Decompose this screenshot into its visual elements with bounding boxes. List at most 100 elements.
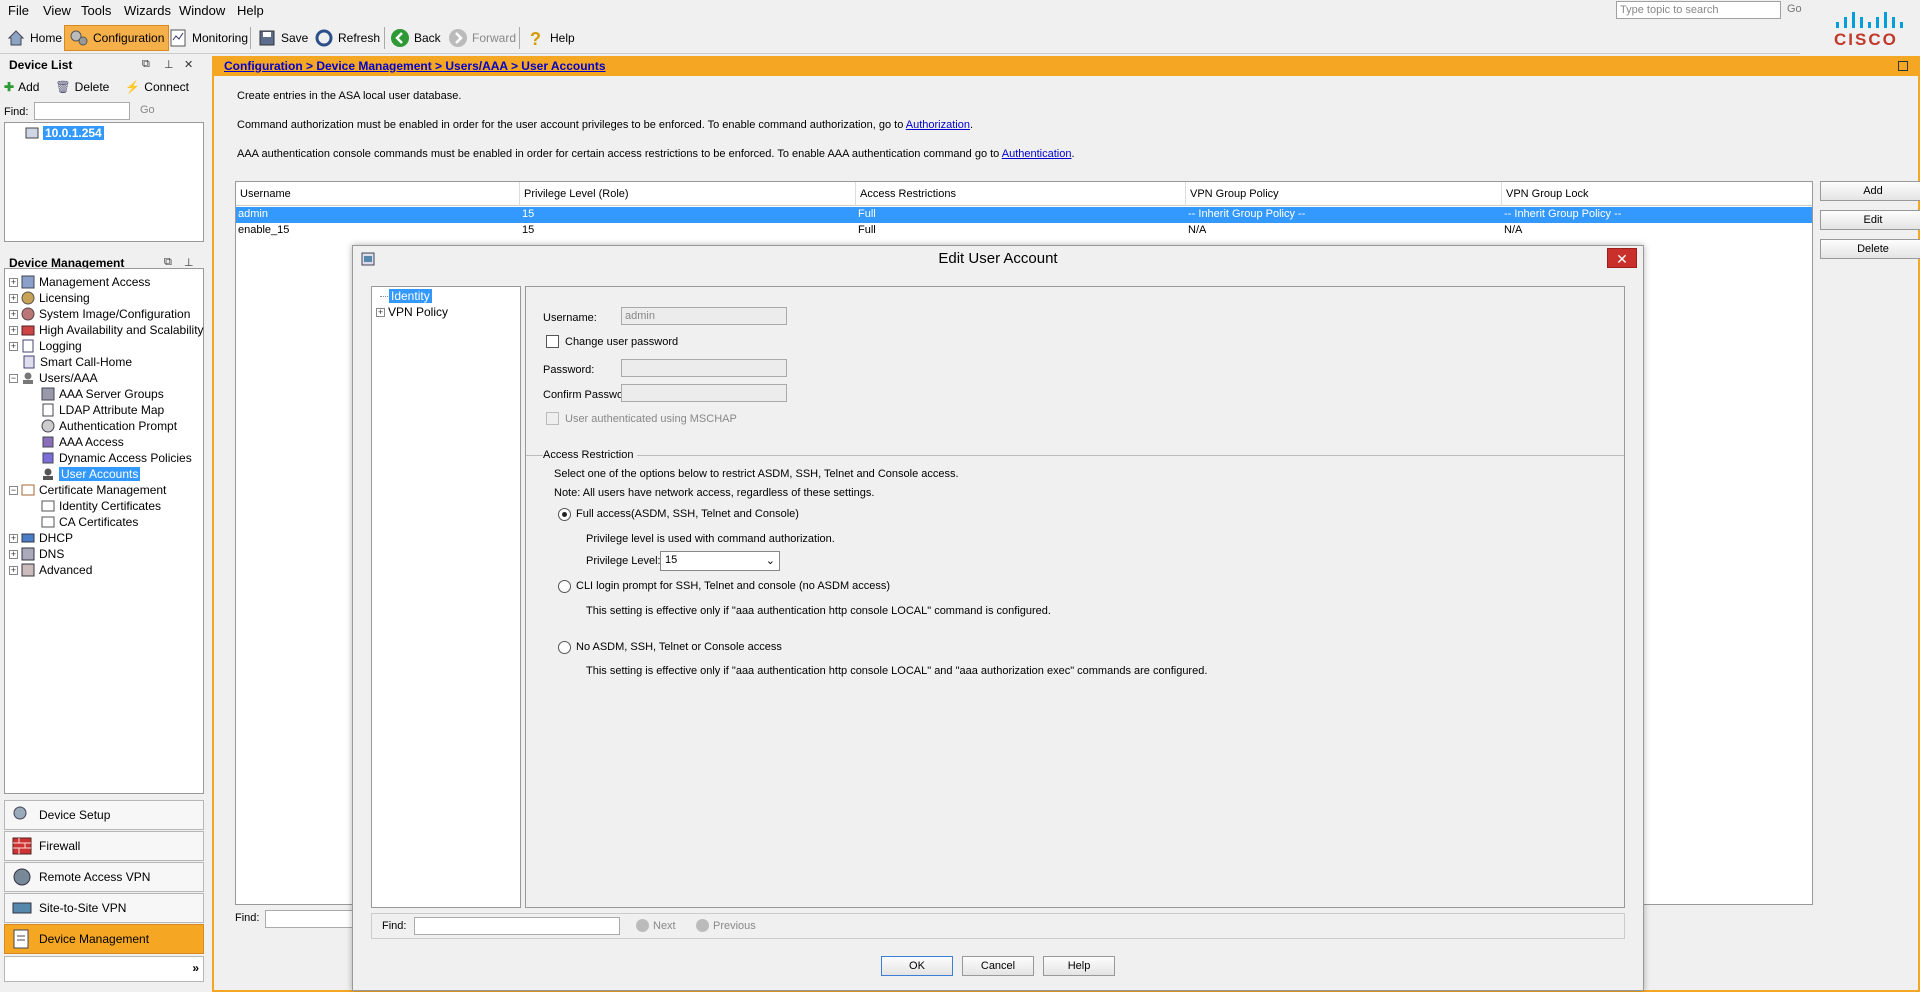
cli-login-radio[interactable]	[558, 580, 571, 593]
save-button[interactable]: Save	[253, 25, 312, 51]
dialog-nav-tree: Identity + VPN Policy	[371, 286, 521, 908]
tree-item-high-availability[interactable]: + High Availability and Scalability	[9, 323, 204, 337]
topic-search-input[interactable]: Type topic to search	[1616, 1, 1781, 19]
refresh-button[interactable]: Refresh	[310, 25, 384, 51]
device-node[interactable]: 10.0.1.254	[43, 126, 104, 140]
menu-view[interactable]: View	[43, 3, 71, 18]
tree-item-ldap-attribute-map[interactable]: LDAP Attribute Map	[41, 403, 164, 417]
tree-item-users-aaa[interactable]: − Users/AAA	[9, 371, 98, 385]
dynamic-access-policies-icon	[42, 452, 54, 464]
mschap-checkbox[interactable]	[546, 412, 559, 425]
access-restriction-divider	[526, 455, 1624, 456]
no-access-radio[interactable]	[558, 641, 571, 654]
cancel-button[interactable]: Cancel	[962, 956, 1034, 976]
tree-item-dynamic-access-policies[interactable]: Dynamic Access Policies	[41, 451, 192, 465]
menu-help[interactable]: Help	[237, 3, 264, 18]
edit-user-button[interactable]: Edit	[1820, 210, 1920, 230]
column-header-vpn-group-lock[interactable]: VPN Group Lock	[1502, 182, 1812, 206]
privilege-level-select[interactable]: 15 ⌄	[660, 551, 780, 571]
tree-item-ca-certificates[interactable]: CA Certificates	[41, 515, 138, 529]
device-find-go-button[interactable]: Go	[140, 104, 155, 116]
float-icon[interactable]: ⧉	[142, 58, 150, 71]
change-password-checkbox[interactable]	[546, 335, 559, 348]
full-access-radio[interactable]	[558, 508, 571, 521]
tree-item-management-access[interactable]: + Management Access	[9, 275, 150, 289]
tree-item-advanced[interactable]: + Advanced	[9, 563, 92, 577]
dialog-find-input[interactable]	[414, 917, 620, 935]
tree-item-smart-call-home[interactable]: Smart Call-Home	[22, 355, 132, 369]
tree-item-identity-certificates[interactable]: Identity Certificates	[41, 499, 161, 513]
device-delete-button[interactable]: 🗑 Delete	[55, 78, 109, 96]
column-header-username[interactable]: Username	[236, 182, 520, 206]
menu-wizards[interactable]: Wizards	[124, 3, 171, 18]
tree-item-licensing[interactable]: + Licensing	[9, 291, 90, 305]
maximize-icon[interactable]	[1898, 61, 1908, 71]
tree-item-user-accounts[interactable]: User Accounts	[41, 467, 141, 481]
column-header-vpn-group-policy[interactable]: VPN Group Policy	[1186, 182, 1502, 206]
tree-item-authentication-prompt[interactable]: Authentication Prompt	[41, 419, 177, 433]
nav-identity[interactable]: Identity	[380, 289, 432, 303]
table-find-input[interactable]	[265, 910, 355, 928]
username-field[interactable]: admin	[621, 307, 787, 325]
nav-device-management[interactable]: Device Management	[4, 924, 204, 954]
tree-item-dhcp[interactable]: + DHCP	[9, 531, 73, 545]
device-find-input[interactable]	[34, 102, 130, 120]
password-field[interactable]	[621, 359, 787, 377]
nav-firewall[interactable]: Firewall	[4, 831, 204, 861]
monitoring-button[interactable]: Monitoring	[164, 25, 252, 51]
table-row[interactable]: enable_15 15 Full N/A N/A	[236, 223, 1812, 239]
column-header-access-restrictions[interactable]: Access Restrictions	[856, 182, 1186, 206]
back-button[interactable]: Back	[386, 25, 445, 51]
table-row[interactable]: admin 15 Full -- Inherit Group Policy --…	[236, 207, 1812, 223]
tree-item-certificate-management[interactable]: − Certificate Management	[9, 483, 166, 497]
firewall-icon	[12, 837, 32, 855]
delete-user-button[interactable]: Delete	[1820, 239, 1920, 259]
ok-button[interactable]: OK	[881, 956, 953, 976]
device-management-icon	[13, 929, 29, 949]
close-icon[interactable]: ✕	[184, 58, 193, 71]
topic-search-go-button[interactable]: Go	[1787, 3, 1802, 15]
column-header-privilege-level[interactable]: Privilege Level (Role)	[520, 182, 856, 206]
smart-call-home-icon	[23, 355, 35, 369]
password-label: Password:	[543, 364, 595, 376]
dialog-find-label: Find:	[382, 920, 407, 932]
dialog-close-button[interactable]: ✕	[1607, 248, 1637, 268]
nav-vpn-policy[interactable]: + VPN Policy	[376, 305, 448, 319]
authentication-link[interactable]: Authentication	[1002, 148, 1072, 160]
aaa-access-icon	[42, 436, 54, 448]
find-previous-button[interactable]: Previous	[696, 919, 756, 932]
nav-site-to-site-vpn[interactable]: Site-to-Site VPN	[4, 893, 204, 923]
find-next-button[interactable]: Next	[636, 919, 676, 932]
intro-text: Create entries in the ASA local user dat…	[237, 90, 462, 102]
aaa-server-groups-icon	[41, 387, 55, 401]
help-button[interactable]: ? Help	[522, 25, 579, 51]
device-add-button[interactable]: ✚ Add	[4, 78, 39, 96]
licensing-icon	[21, 291, 35, 305]
pin-icon[interactable]: ⊥	[164, 58, 174, 71]
menu-window[interactable]: Window	[179, 3, 225, 18]
forward-button[interactable]: Forward	[444, 25, 520, 51]
identity-panel: Username: admin Change user password Pas…	[525, 286, 1625, 908]
home-button[interactable]: Home	[2, 25, 66, 51]
tree-item-system-image[interactable]: + System Image/Configuration	[9, 307, 190, 321]
configuration-button[interactable]: Configuration	[64, 25, 170, 51]
nav-device-setup[interactable]: Device Setup	[4, 800, 204, 830]
dialog-find-bar: Find: Next Previous	[371, 913, 1625, 939]
device-connect-button[interactable]: ⚡ Connect	[125, 78, 189, 96]
add-user-button[interactable]: Add	[1820, 181, 1920, 201]
nav-remote-access-vpn[interactable]: Remote Access VPN	[4, 862, 204, 892]
confirm-password-field[interactable]	[621, 384, 787, 402]
toolbar: Home Configuration Monitoring Save Refre…	[0, 22, 1800, 54]
breadcrumb[interactable]: Configuration > Device Management > User…	[224, 59, 606, 73]
device-setup-icon	[13, 806, 27, 820]
save-icon	[259, 30, 275, 46]
menu-tools[interactable]: Tools	[81, 3, 111, 18]
nav-more-button[interactable]: »	[192, 961, 199, 975]
dialog-help-button[interactable]: Help	[1043, 956, 1115, 976]
menu-file[interactable]: File	[8, 3, 29, 18]
tree-item-dns[interactable]: + DNS	[9, 547, 64, 561]
tree-item-aaa-access[interactable]: AAA Access	[41, 435, 124, 449]
tree-item-aaa-server-groups[interactable]: AAA Server Groups	[41, 387, 164, 401]
authorization-link[interactable]: Authorization	[906, 119, 970, 131]
tree-item-logging[interactable]: + Logging	[9, 339, 82, 353]
